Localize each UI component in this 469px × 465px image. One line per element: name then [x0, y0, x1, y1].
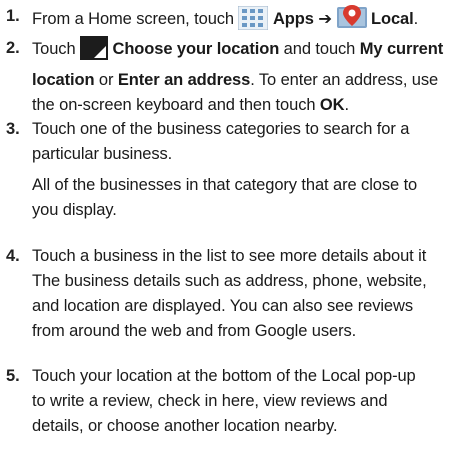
instruction-page: 1. From a Home screen, touch Apps ➔ Loca…: [0, 0, 469, 465]
step-text: .: [344, 96, 349, 114]
step-line: to write a review, check in here, view r…: [32, 392, 388, 410]
apps-grid-icon: [237, 5, 269, 38]
step-line: particular business.: [32, 145, 173, 163]
step-line: Touch your location at the bottom of the…: [32, 367, 416, 385]
dropdown-corner-icon: [80, 36, 109, 68]
step-detail-line: you display.: [32, 201, 117, 219]
choose-location-label: Choose your location: [112, 40, 280, 58]
step-number: 5.: [6, 367, 20, 385]
step-detail-line: and location are displayed. You can also…: [32, 297, 413, 315]
step-number: 3.: [6, 120, 20, 138]
step-text: . To enter an address, use: [250, 71, 439, 89]
step-number: 4.: [6, 247, 20, 265]
step-3: 3. Touch one of the business categories …: [0, 117, 469, 223]
step-detail-line: All of the businesses in that category t…: [32, 176, 418, 194]
maps-pin-icon: [336, 4, 367, 38]
step-1: 1. From a Home screen, touch Apps ➔ Loca…: [0, 4, 469, 38]
step-text: Touch: [32, 40, 81, 58]
step-4: 4. Touch a business in the list to see m…: [0, 244, 469, 344]
arrow-glyph: ➔: [313, 10, 337, 28]
step-2: 2. Touch Choose your location and touch …: [0, 36, 469, 118]
step-text: From a Home screen, touch: [32, 10, 239, 28]
local-label: Local: [371, 10, 414, 28]
step-line: the on-screen keyboard and then touch OK…: [32, 93, 464, 118]
step-text: or: [94, 71, 118, 89]
step-line: Touch one of the business categories to …: [32, 120, 410, 138]
step-detail-line: The business details such as address, ph…: [32, 272, 427, 290]
step-line: location or Enter an address. To enter a…: [32, 68, 464, 93]
step-line: From a Home screen, touch Apps ➔ Local.: [32, 4, 464, 38]
my-current-location-label: location: [32, 71, 95, 89]
step-line: details, or choose another location near…: [32, 417, 338, 435]
step-5: 5. Touch your location at the bottom of …: [0, 364, 469, 439]
apps-label: Apps: [272, 10, 314, 28]
enter-address-label: Enter an address: [117, 71, 251, 89]
my-current-location-label: My current: [359, 40, 444, 58]
step-text: and touch: [279, 40, 360, 58]
step-line: Touch a business in the list to see more…: [32, 247, 427, 265]
step-detail-line: from around the web and from Google user…: [32, 322, 357, 340]
ok-label: OK: [319, 96, 345, 114]
step-number: 2.: [6, 39, 20, 57]
step-text: the on-screen keyboard and then touch: [32, 96, 320, 114]
step-line: Touch Choose your location and touch My …: [32, 36, 464, 68]
step-text: .: [413, 10, 419, 28]
step-number: 1.: [6, 7, 20, 25]
